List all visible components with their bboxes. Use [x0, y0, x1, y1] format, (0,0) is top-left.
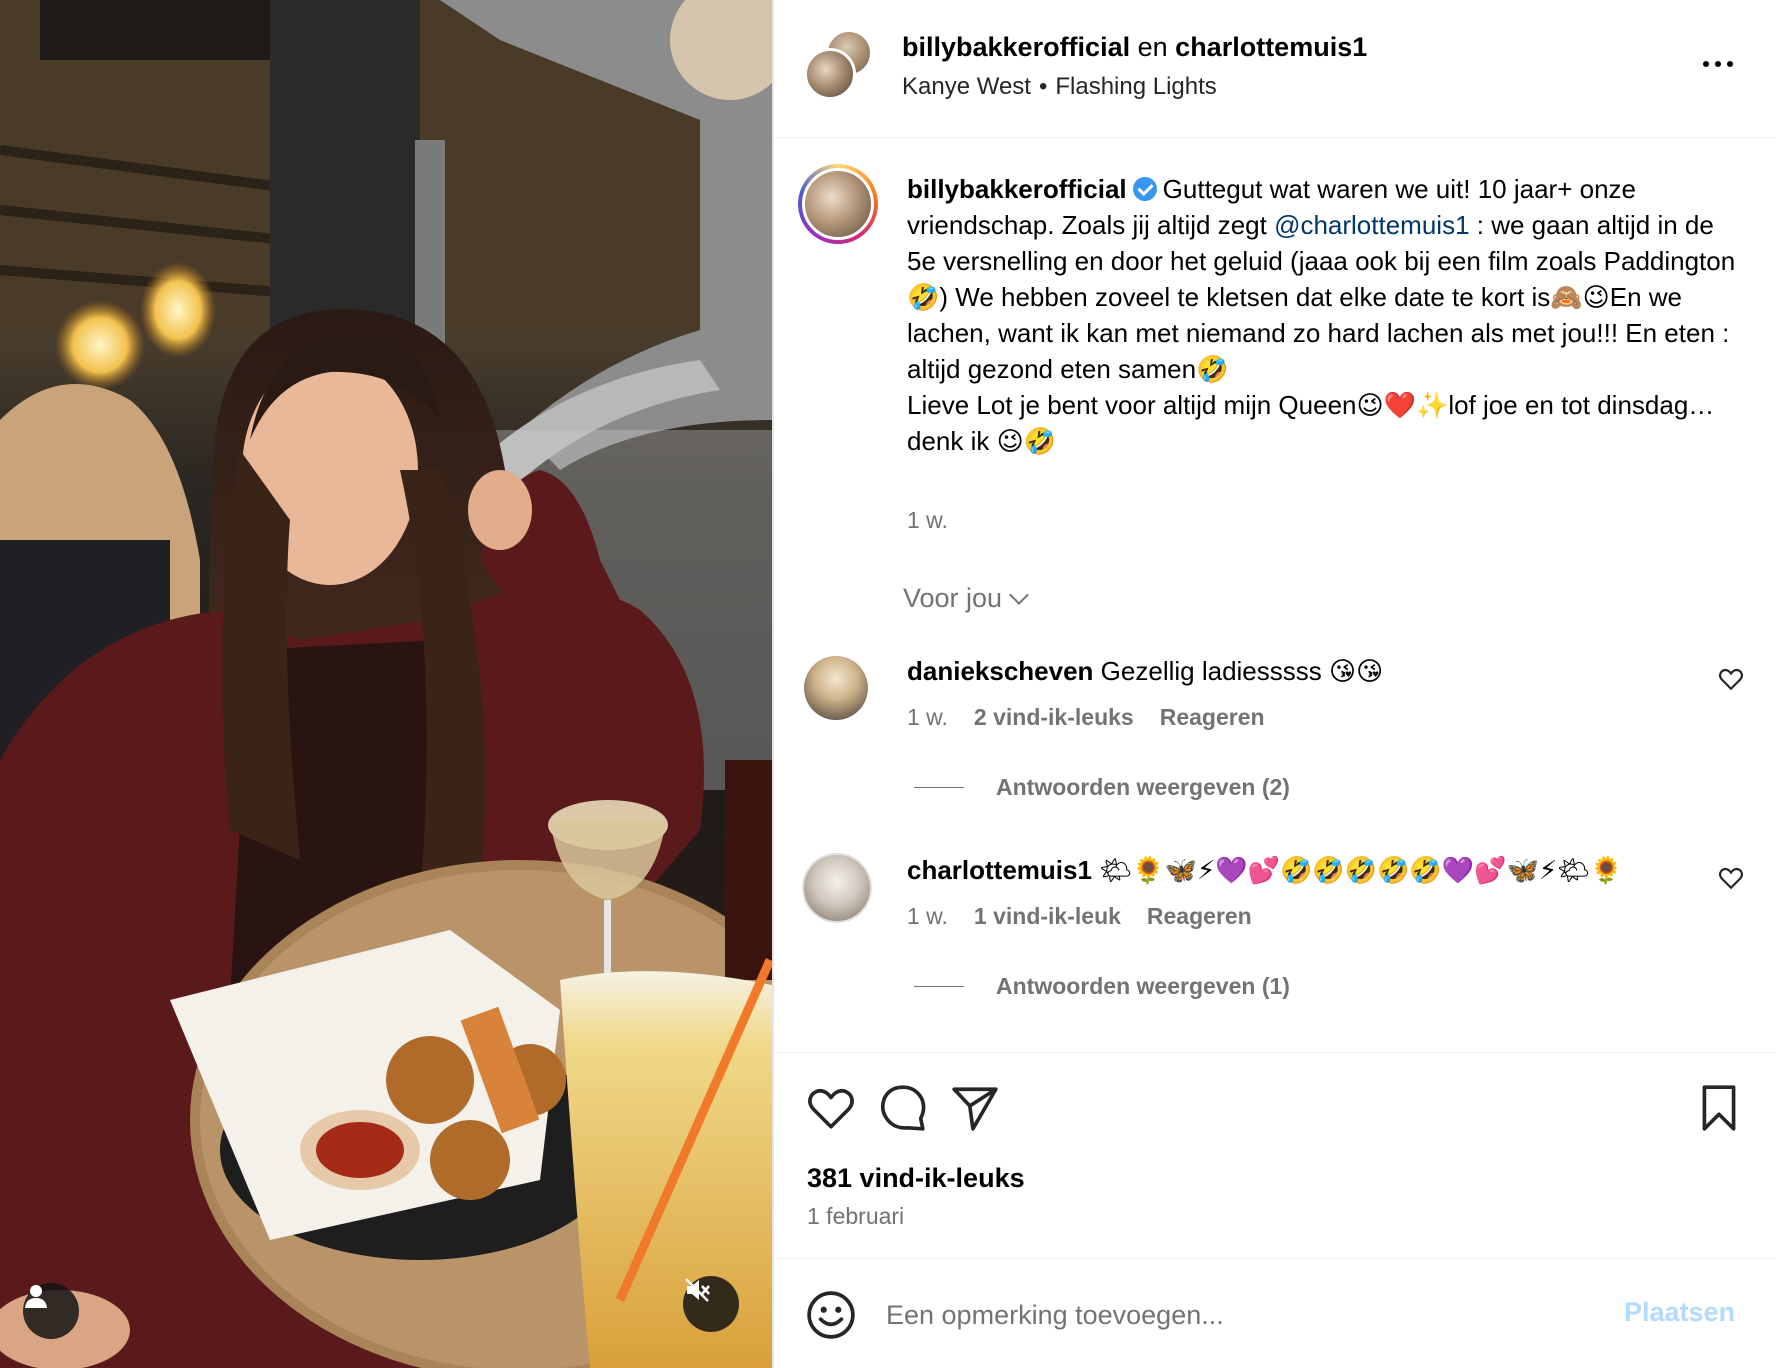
caption-text: billybakkerofficial Guttegut wat waren we…	[907, 171, 1737, 459]
comment-text: charlottemuis1 🌤🌻🦋⚡💜💕🤣🤣🤣🤣🤣💜💕🦋⚡🌤🌻	[907, 853, 1623, 887]
post-actions: 381 vind-ik-leuks 1 februari	[774, 1052, 1776, 1257]
header-username-2[interactable]: charlottemuis1	[1175, 32, 1367, 62]
header-joiner: en	[1137, 32, 1168, 62]
comment-meta: 1 w. 2 vind-ik-leuks Reageren	[907, 704, 1265, 731]
mute-button[interactable]	[683, 1276, 739, 1332]
sort-label: Voor jou	[903, 583, 1003, 613]
comment-meta: 1 w. 1 vind-ik-leuk Reageren	[907, 903, 1252, 930]
post-details-pane: billybakkerofficial en charlottemuis1 Ka…	[774, 0, 1776, 1368]
header-username-1[interactable]: billybakkerofficial	[902, 32, 1130, 62]
caption-body-2: : we gaan altijd in de 5e versnelling en…	[907, 210, 1736, 456]
comment-item: charlottemuis1 🌤🌻🦋⚡💜💕🤣🤣🤣🤣🤣💜💕🦋⚡🌤🌻 1 w. 1 …	[774, 845, 1776, 1025]
tagged-users-button[interactable]	[23, 1283, 79, 1339]
reply-button[interactable]: Reageren	[1160, 704, 1265, 731]
comment-icon[interactable]	[878, 1083, 928, 1133]
post-header: billybakkerofficial en charlottemuis1 Ka…	[774, 0, 1776, 138]
more-icon	[1703, 61, 1709, 67]
post-media[interactable]	[0, 0, 772, 1368]
comment-input[interactable]	[886, 1287, 1566, 1343]
comment-username[interactable]: daniekscheven	[907, 656, 1093, 686]
reply-button[interactable]: Reageren	[1147, 903, 1252, 930]
view-replies-label: Antwoorden weergeven (2)	[996, 774, 1290, 800]
save-icon[interactable]	[1694, 1083, 1744, 1133]
comment-like-icon[interactable]	[1718, 666, 1744, 692]
emoji-icon[interactable]	[806, 1290, 856, 1340]
comments-scroll-area[interactable]: billybakkerofficial Guttegut wat waren we…	[774, 139, 1776, 1051]
post-comment-button[interactable]: Plaatsen	[1624, 1297, 1735, 1328]
user-tag-icon	[25, 1285, 47, 1308]
music-separator: •	[1038, 73, 1048, 100]
replies-divider	[914, 985, 964, 988]
view-replies-button[interactable]: Antwoorden weergeven (1)	[914, 973, 1290, 1000]
post-photo	[0, 0, 772, 1368]
comment-body: Gezellig ladiesssss 😘😘	[1100, 656, 1384, 686]
comment-time[interactable]: 1 w.	[907, 704, 948, 731]
comment-like-icon[interactable]	[1718, 865, 1744, 891]
music-artist[interactable]: Kanye West	[902, 73, 1031, 100]
comment-avatar[interactable]	[802, 853, 872, 923]
like-icon[interactable]	[806, 1083, 856, 1133]
caption-timestamp[interactable]: 1 w.	[907, 507, 948, 534]
comment-likes[interactable]: 2 vind-ik-leuks	[974, 704, 1134, 731]
collab-avatars[interactable]	[804, 30, 874, 100]
avatar-billybakkerofficial[interactable]	[804, 48, 856, 100]
mute-icon	[685, 1278, 710, 1302]
comment-likes[interactable]: 1 vind-ik-leuk	[974, 903, 1121, 930]
more-icon-dot	[1727, 61, 1733, 67]
comment-body: 🌤🌻🦋⚡💜💕🤣🤣🤣🤣🤣💜💕🦋⚡🌤🌻	[1099, 855, 1623, 885]
comment-time[interactable]: 1 w.	[907, 903, 948, 930]
music-info[interactable]: Kanye West • Flashing Lights	[902, 72, 1217, 102]
collab-usernames: billybakkerofficial en charlottemuis1	[902, 30, 1367, 64]
view-replies-button[interactable]: Antwoorden weergeven (2)	[914, 774, 1290, 801]
comment-avatar[interactable]	[804, 656, 868, 720]
view-replies-label: Antwoorden weergeven (1)	[996, 973, 1290, 999]
verified-icon	[1132, 177, 1157, 201]
music-track[interactable]: Flashing Lights	[1055, 73, 1216, 100]
post-date[interactable]: 1 februari	[807, 1203, 904, 1230]
chevron-down-icon	[1009, 584, 1029, 605]
comment-text: daniekscheven Gezellig ladiesssss 😘😘	[907, 654, 1383, 688]
more-icon-dot	[1715, 61, 1721, 67]
avatar	[802, 168, 874, 240]
replies-divider	[914, 786, 964, 789]
likes-count[interactable]: 381 vind-ik-leuks	[807, 1163, 1025, 1194]
comment-item: daniekscheven Gezellig ladiesssss 😘😘 1 w…	[774, 644, 1776, 824]
caption-username[interactable]: billybakkerofficial	[907, 174, 1127, 204]
caption-avatar[interactable]	[798, 164, 878, 244]
comments-sort-dropdown[interactable]: Voor jou	[903, 583, 1029, 614]
more-options-button[interactable]	[1696, 52, 1740, 76]
caption-mention[interactable]: @charlottemuis1	[1274, 210, 1469, 240]
comment-username[interactable]: charlottemuis1	[907, 855, 1092, 885]
share-icon[interactable]	[950, 1083, 1000, 1133]
add-comment-bar: Plaatsen	[774, 1258, 1776, 1368]
